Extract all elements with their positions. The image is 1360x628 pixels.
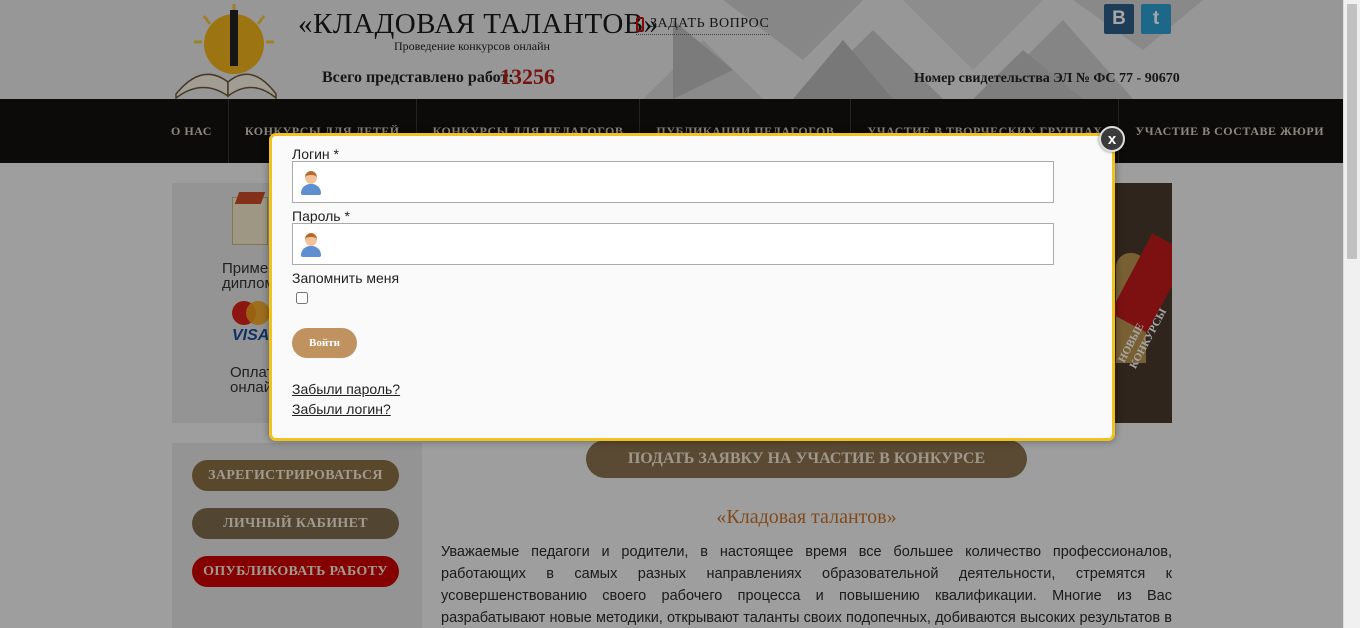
password-input[interactable] (329, 224, 1049, 264)
password-field[interactable] (292, 223, 1054, 265)
login-modal: Логин * Пароль * Запомнить меня Войти За… (269, 133, 1115, 441)
login-input[interactable] (329, 162, 1049, 202)
login-submit-button[interactable]: Войти (292, 328, 357, 358)
forgot-password-link[interactable]: Забыли пароль? (292, 381, 400, 397)
forgot-login-link[interactable]: Забыли логин? (292, 401, 391, 417)
close-modal-button[interactable]: x (1099, 126, 1125, 152)
login-label: Логин * (292, 146, 339, 162)
scrollbar-thumb[interactable] (1347, 4, 1357, 259)
remember-me-label: Запомнить меня (292, 270, 400, 286)
password-label: Пароль * (292, 208, 350, 224)
page-scrollbar[interactable] (1343, 0, 1360, 628)
user-icon (299, 170, 323, 196)
remember-me-checkbox[interactable] (296, 292, 308, 304)
login-field[interactable] (292, 161, 1054, 203)
user-icon (299, 232, 323, 258)
